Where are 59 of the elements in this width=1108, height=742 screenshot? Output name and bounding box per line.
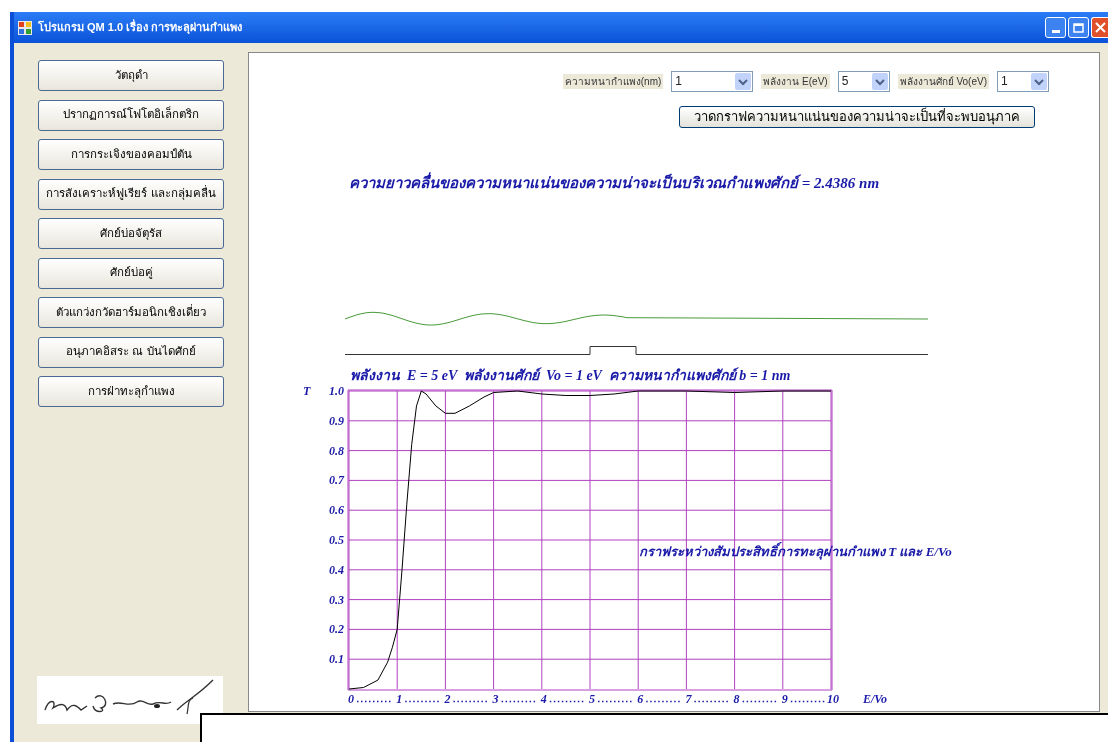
x-tick-label: 5	[589, 692, 595, 706]
close-icon	[1095, 22, 1106, 33]
field-label: พลังงานศักย์ Vo(eV)	[897, 73, 989, 89]
dotted-leader	[790, 700, 827, 703]
sidebar-button[interactable]: การฝ่าทะลุกำแพง	[38, 376, 224, 407]
x-tick-label: 1	[396, 692, 403, 706]
y-tick-label: 0.8	[329, 443, 344, 458]
dotted-leader	[549, 700, 586, 703]
dropdown[interactable]: 1	[671, 70, 754, 92]
y-tick-label: 0.3	[329, 592, 344, 607]
dotted-leader	[645, 700, 683, 703]
sidebar-button[interactable]: ปรากฏการณ์โฟโตอิเล็กตริก	[38, 99, 224, 131]
x-axis-label: E/Vo	[863, 692, 887, 706]
draw-graph-button[interactable]: วาดกราฟความหนาแน่นของความน่าจะเป็นที่จะพบอนุภาค	[679, 106, 1035, 128]
chart-heading: พลังงาน E = 5 eV พลังงานศักย์ Vo = 1 eV ความหนากำแพงศักย์ b = 1 nm	[350, 367, 791, 385]
maximize-icon	[1073, 22, 1084, 33]
minimize-button[interactable]	[1045, 17, 1066, 38]
y-tick-label: 0.1	[329, 652, 344, 667]
sidebar-button[interactable]: ศักย์บ่อจัตุรัส	[38, 218, 224, 249]
minimize-icon	[1051, 30, 1060, 33]
x-tick-label: 9	[781, 692, 788, 706]
x-tick-label: 4	[540, 692, 547, 706]
y-tick-label: 0.4	[329, 562, 344, 577]
window-title: โปรแกรม QM 1.0 เรื่อง การทะลุผ่านกำแพง	[38, 19, 243, 36]
x-tick-label: 2	[444, 692, 451, 706]
dotted-leader	[597, 700, 634, 703]
maximize-button[interactable]	[1068, 17, 1089, 38]
x-tick-label: 0	[348, 692, 354, 706]
x-tick-label: 6	[637, 692, 644, 706]
y-tick-label: 0.7	[329, 473, 344, 488]
x-tick-label: 3	[492, 692, 499, 706]
y-tick-label: 0.9	[329, 413, 344, 428]
sidebar-button[interactable]: ตัวแกว่งกวัดฮาร์มอนิกเชิงเดี่ยว	[38, 297, 224, 328]
sidebar-button[interactable]: อนุภาคอิสระ ณ บันไดศักย์	[38, 336, 224, 368]
y-tick-label: 0.2	[329, 622, 344, 637]
sidebar-button[interactable]: การกระเจิงของคอมป์ตัน	[38, 139, 224, 170]
dropdown[interactable]: 5	[837, 70, 890, 92]
y-tick-label: 0.6	[329, 503, 344, 518]
dotted-leader	[356, 700, 393, 703]
sidebar-button[interactable]: การสังเคราะห์ฟูเรียร์ และกลุ่มคลื่น	[38, 178, 224, 210]
dotted-leader	[500, 700, 538, 703]
x-tick-label: 10	[827, 692, 839, 706]
dropdown[interactable]: 1	[997, 70, 1049, 92]
y-tick-label: 0.5	[329, 533, 344, 547]
app-icon	[18, 20, 32, 35]
dotted-leader	[693, 700, 731, 703]
field-label: พลังงาน E(eV)	[761, 73, 830, 89]
dotted-leader	[741, 700, 779, 703]
x-tick-label: 8	[733, 692, 740, 706]
result-text: ความยาวคลื่นของความหนาแน่นของความน่าจะเป็นบริเวณกำแพงศักย์ = 2.4386 nm	[349, 174, 880, 192]
close-button[interactable]	[1091, 17, 1108, 38]
field-label: ความหนากำแพง(nm)	[562, 73, 664, 89]
sidebar-button[interactable]: วัตถุดำ	[38, 60, 224, 91]
dotted-leader	[404, 700, 442, 703]
x-tick-label: 7	[685, 692, 692, 706]
y-tick-label: 1.0	[329, 387, 344, 398]
dotted-leader	[452, 700, 490, 703]
sidebar-button[interactable]: ศักย์บ่อคู่	[38, 257, 224, 289]
y-axis-label: T	[303, 387, 311, 398]
